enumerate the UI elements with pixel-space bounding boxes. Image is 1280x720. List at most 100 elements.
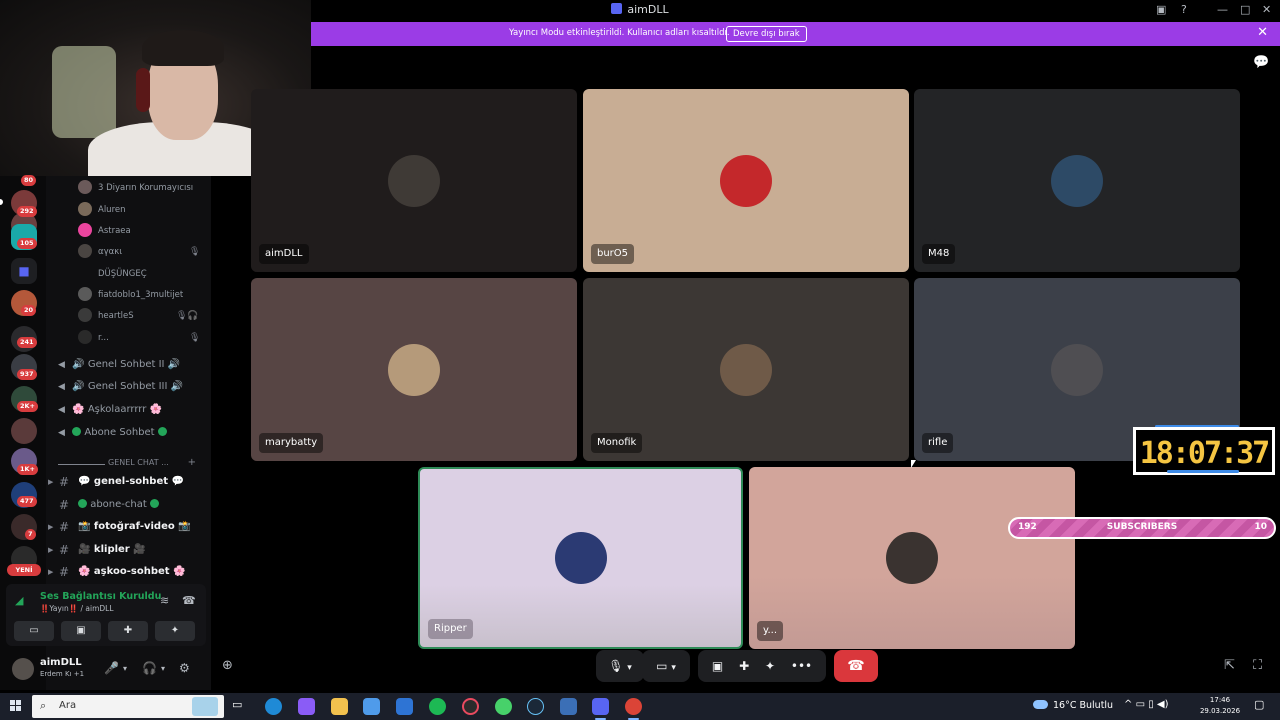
system-tray[interactable]: ^ ▭ ▯ ◀) — [1124, 699, 1169, 710]
participant-tile[interactable]: Monofik — [583, 278, 909, 461]
chevron-right-icon: ▶ — [48, 478, 54, 486]
hangup-button[interactable]: ☎ — [834, 650, 878, 682]
volume-icon[interactable]: ◀) — [1157, 699, 1169, 710]
taskbar-date[interactable]: 29.03.2026 — [1198, 707, 1242, 715]
more-icon[interactable]: ••• — [791, 659, 812, 673]
channel-category[interactable]: GENEL CHAT ... + — [58, 457, 208, 471]
camera-button[interactable]: ▭ ▾ — [642, 650, 690, 682]
app-icon[interactable] — [495, 698, 512, 715]
task-view-icon[interactable]: ▭ — [232, 698, 249, 715]
soundboard-button[interactable]: ✦ — [155, 621, 195, 641]
chevron-right-icon: ▶ — [48, 523, 54, 531]
voice-user[interactable]: 3 Diyarın Korumayıcısı — [78, 179, 193, 197]
fullscreen-icon[interactable]: ⛶ — [1253, 658, 1262, 673]
text-channel[interactable]: ▶ # 📸 fotoğraf-video 📸 — [46, 516, 211, 538]
discord-taskbar-icon[interactable] — [592, 698, 609, 720]
unread-badge: 477 — [17, 496, 37, 507]
add-channel-icon[interactable]: + — [188, 457, 196, 468]
server-icon[interactable] — [11, 418, 37, 444]
voice-channel-path[interactable]: ‼️Yayın‼️ / aimDLL — [40, 604, 114, 613]
soundboard-icon[interactable]: ✦ — [765, 659, 775, 673]
hash-icon: # — [59, 475, 70, 489]
text-channel[interactable]: ▶ # 🌸 aşkoo-sohbet 🌸 — [46, 561, 211, 583]
signal-icon[interactable]: ◢ — [15, 594, 23, 607]
folder-icon[interactable]: ■ — [11, 258, 37, 284]
edge-icon[interactable] — [265, 698, 282, 715]
avatar — [1051, 154, 1103, 207]
hash-icon: # — [59, 520, 70, 534]
mic-muted-icon: 🎙 — [189, 333, 201, 343]
maximize-button[interactable]: □ — [1240, 3, 1250, 16]
file-explorer-icon[interactable] — [331, 698, 348, 715]
screen-share-icon[interactable]: ▣ — [712, 659, 723, 673]
popout-icon[interactable]: ⇱ — [1224, 658, 1235, 673]
voice-user[interactable]: heartleS — [78, 307, 134, 325]
voice-status[interactable]: Ses Bağlantısı Kuruldu — [40, 591, 161, 602]
unread-badge: 241 — [17, 337, 37, 348]
participant-tile[interactable]: aimDLL — [251, 89, 577, 272]
disconnect-icon[interactable]: ☎ — [182, 594, 196, 607]
weather-widget[interactable]: 16°C Bulutlu — [1033, 700, 1113, 711]
activities-button[interactable]: ✚ — [108, 621, 148, 641]
voice-user[interactable]: fiatdoblo1_3multijet — [78, 286, 183, 304]
text-channel[interactable]: # abone-chat — [46, 494, 211, 516]
voice-user[interactable]: αγακι — [78, 243, 122, 261]
camera-off-button[interactable]: ▭ — [14, 621, 54, 641]
screen-share-button[interactable]: ▣ — [61, 621, 101, 641]
green-circle-icon — [157, 427, 167, 436]
unread-badge: 7 — [25, 529, 36, 540]
unread-badge: 20 — [21, 305, 37, 316]
inbox-icon[interactable]: ▣ — [1156, 3, 1166, 16]
text-channel[interactable]: ▶ # 💬 genel-sohbet 💬 — [46, 471, 211, 493]
chrome-icon[interactable] — [625, 698, 642, 720]
invite-to-voice-icon[interactable]: ⊕ — [222, 658, 233, 673]
taskbar-time[interactable]: 17:46 — [1200, 696, 1240, 704]
participant-tile[interactable]: marybatty — [251, 278, 577, 461]
voice-user[interactable]: r... — [78, 329, 109, 347]
voice-user[interactable]: Astraea — [78, 222, 131, 240]
avatar — [78, 180, 92, 194]
app-icon[interactable] — [560, 698, 577, 715]
close-window-button[interactable]: ✕ — [1262, 3, 1271, 16]
chat-icon[interactable]: 💬 — [1253, 55, 1269, 70]
unread-badge: 105 — [17, 238, 37, 249]
steam-icon[interactable] — [527, 698, 544, 715]
avatar — [78, 308, 92, 322]
participant-tile[interactable]: burO5 — [583, 89, 909, 272]
store-icon[interactable] — [363, 698, 380, 715]
avatar — [78, 202, 92, 216]
help-icon[interactable]: ? — [1181, 3, 1187, 16]
participant-name: Monofik — [591, 433, 643, 453]
disable-streamer-mode-button[interactable]: Devre dışı bırak — [726, 26, 807, 42]
noise-suppression-icon[interactable]: ≋ — [160, 594, 169, 607]
subscriber-goal-bar: 192 SUBSCRIBERS 10 — [1008, 517, 1276, 539]
participant-tile[interactable]: M48 — [914, 89, 1240, 272]
hangup-icon: ☎ — [847, 658, 865, 674]
voice-user[interactable]: Aluren — [78, 201, 126, 219]
mic-button[interactable]: 🎙 ▾ — [596, 650, 644, 682]
minimize-button[interactable]: — — [1217, 3, 1228, 16]
mouse-cursor — [911, 460, 916, 468]
outlook-icon[interactable] — [396, 698, 413, 715]
notification-icon[interactable]: ▢ — [1254, 698, 1264, 711]
voice-channel[interactable]: ◀ 🌸 Aşkolaarrrrr 🌸 — [58, 400, 162, 420]
text-channel[interactable]: ▶ # 🎥 klipler 🎥 — [46, 539, 211, 561]
close-icon[interactable]: ✕ — [1257, 25, 1268, 40]
network-icon[interactable]: ▭ — [1136, 699, 1145, 710]
taskbar-search[interactable]: ⌕ Ara — [32, 695, 224, 718]
voice-user[interactable]: DÜŞÜNGEÇ — [78, 265, 147, 283]
activities-icon[interactable]: ✚ — [739, 659, 749, 673]
copilot-icon[interactable] — [298, 698, 315, 715]
voice-channel[interactable]: ◀ 🔊 Genel Sohbet II 🔊 — [58, 355, 180, 375]
avatar — [78, 330, 92, 344]
green-circle-icon — [149, 499, 159, 508]
spotify-icon[interactable] — [429, 698, 446, 715]
voice-channel[interactable]: ◀ Abone Sohbet — [58, 423, 167, 443]
battery-icon[interactable]: ▯ — [1148, 699, 1154, 710]
participant-tile[interactable]: y... — [749, 467, 1075, 649]
obs-icon[interactable] — [462, 698, 479, 715]
participant-tile-speaking[interactable]: Ripper — [418, 467, 743, 649]
voice-channel[interactable]: ◀ 🔊 Genel Sohbet III 🔊 — [58, 377, 183, 397]
windows-start-icon[interactable] — [10, 700, 22, 712]
chevron-up-icon[interactable]: ^ — [1124, 699, 1132, 710]
